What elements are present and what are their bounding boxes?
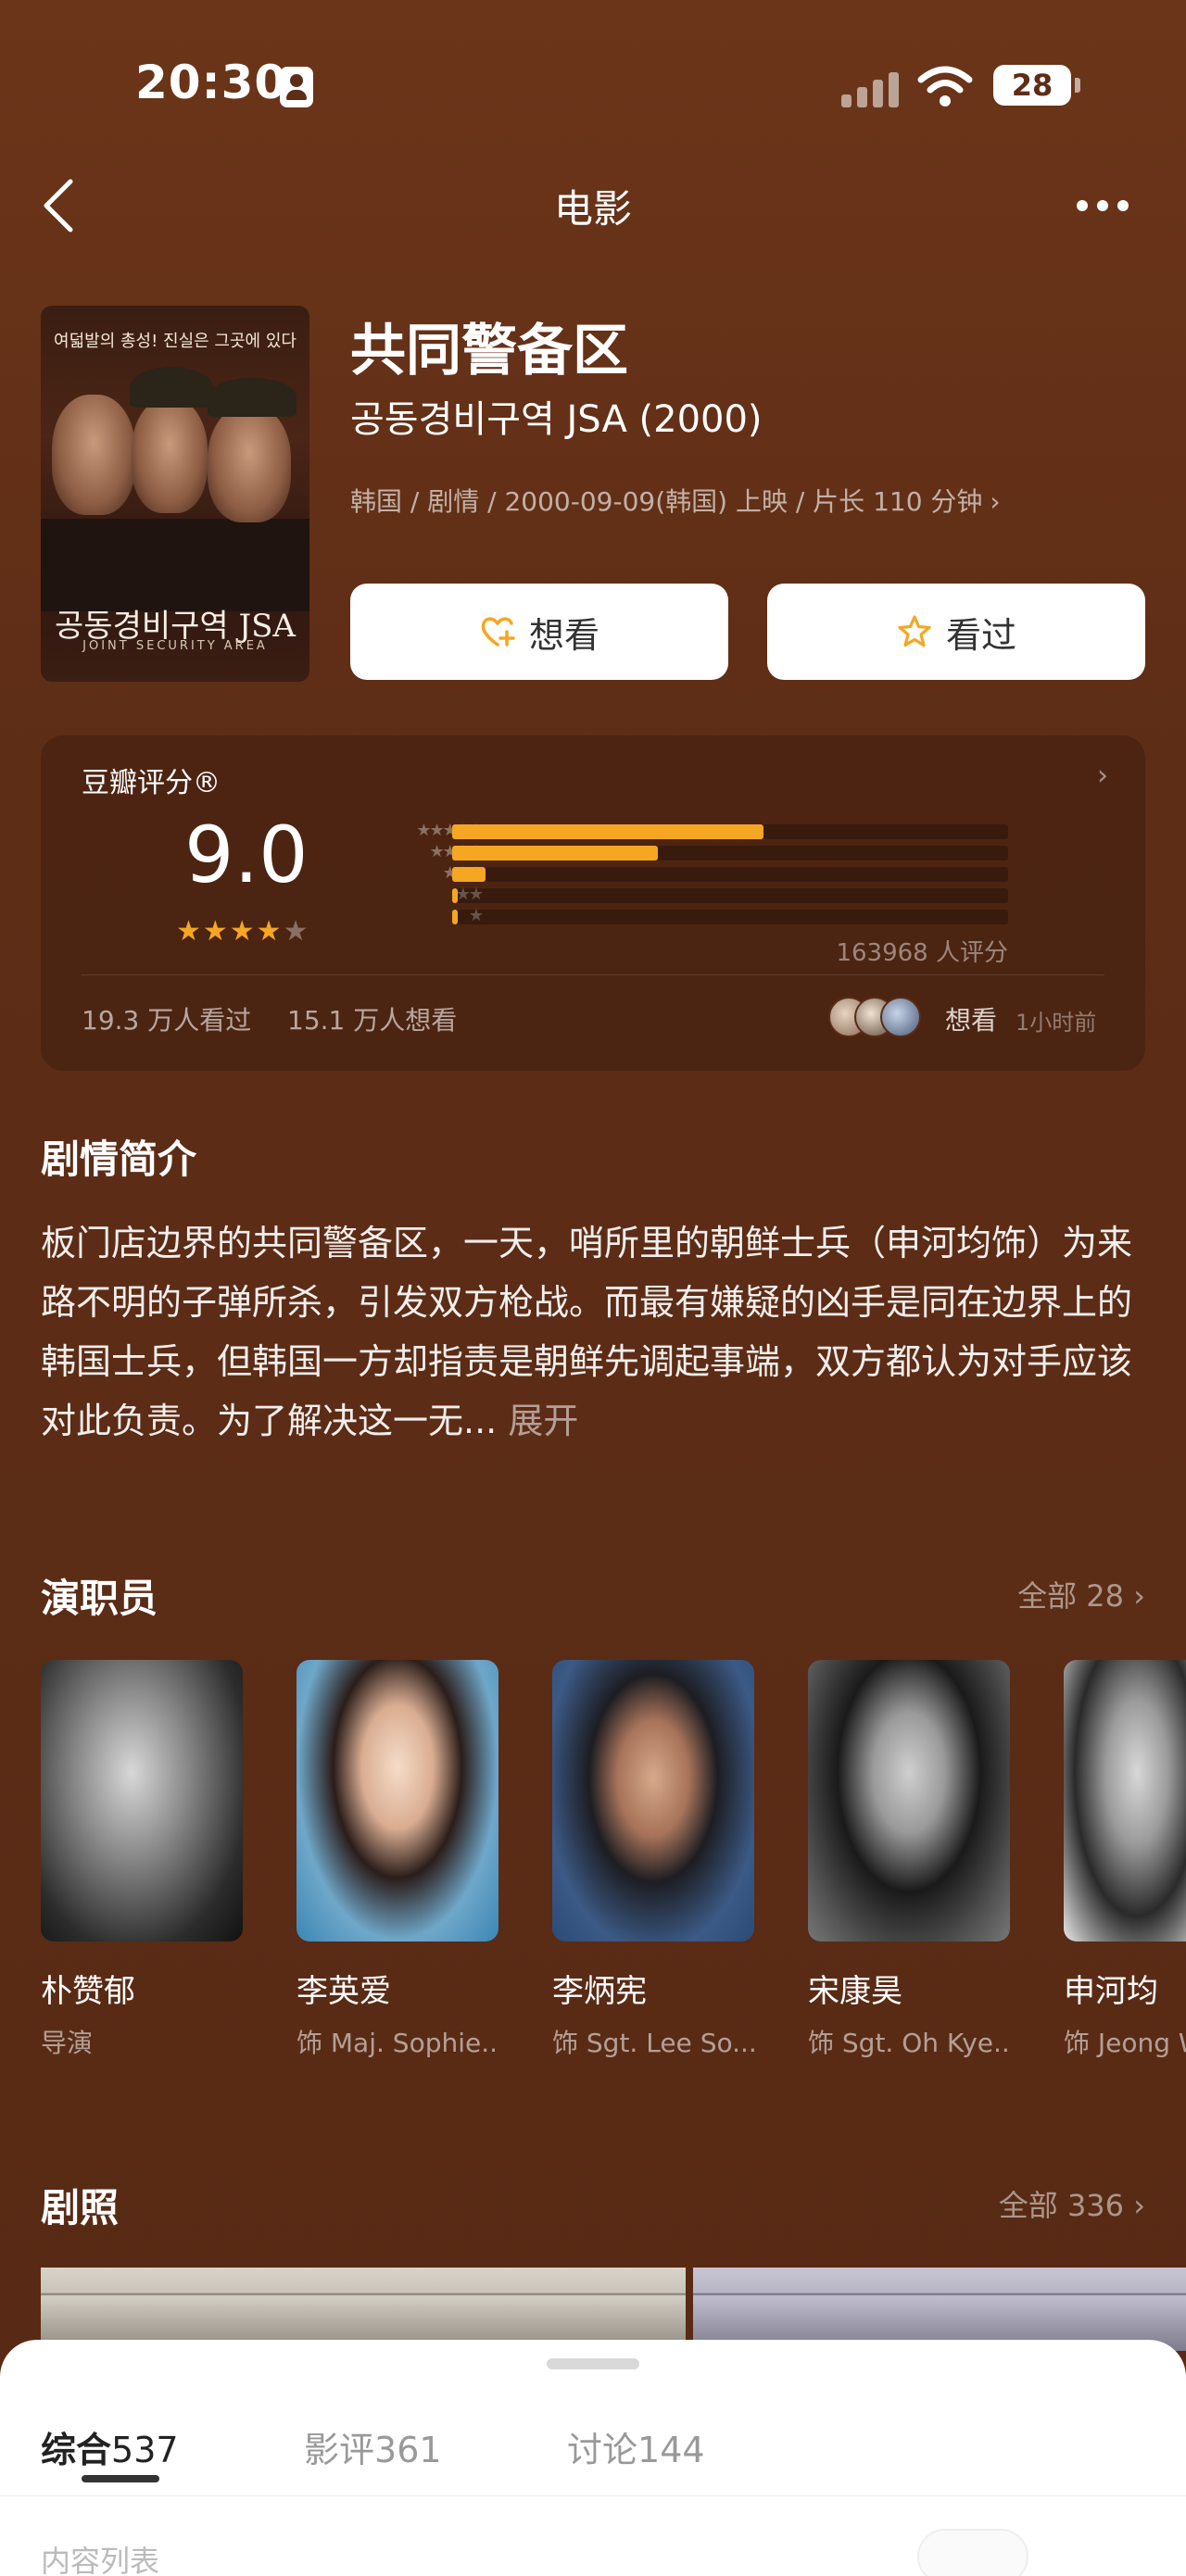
cast-photo <box>296 1660 498 1941</box>
seen-count[interactable]: 19.3 万人看过 <box>82 1000 251 1037</box>
bottom-sheet[interactable]: 综合537 影评361 讨论144 内容列表 <box>0 2340 1186 2576</box>
rating-count: 163968 人评分 <box>836 939 1008 967</box>
cast-role: 饰 Maj. Sophie... <box>296 2028 498 2058</box>
watched-button[interactable]: 看过 <box>767 584 1145 680</box>
synopsis-title: 剧情简介 <box>41 1137 197 1182</box>
back-arrow-icon[interactable] <box>37 176 83 235</box>
tab-reviews[interactable]: 影评361 <box>304 2421 442 2472</box>
star-outline-icon <box>898 615 931 647</box>
stills-more-label: 全部 336 <box>998 2188 1125 2223</box>
still-image[interactable] <box>693 2268 1186 2351</box>
rating-stars-full: ★★★★ <box>176 915 284 948</box>
rating-bar-1 <box>452 910 1008 924</box>
rating-stars: ★★★★★ <box>176 915 309 948</box>
cast-more-label: 全部 28 <box>1017 1578 1125 1614</box>
drag-handle[interactable] <box>547 2358 639 2369</box>
stills-title: 剧照 <box>41 2185 120 2230</box>
cast-title: 演职员 <box>41 1576 158 1621</box>
cast-name: 宋康昊 <box>808 1973 902 2010</box>
poster-face-center <box>132 398 208 513</box>
rating-score: 9.0 <box>184 810 309 900</box>
chevron-right-icon: › <box>1097 760 1108 792</box>
status-time: 20:30 <box>135 56 288 109</box>
battery-level: 28 <box>1011 68 1054 103</box>
rating-bar-3 <box>452 867 1008 882</box>
tab-overview-label: 综合 <box>41 2430 112 2470</box>
friend-activity: 想看 <box>945 1005 998 1036</box>
active-tab-indicator <box>82 2475 159 2482</box>
want-count[interactable]: 15.1 万人想看 <box>287 1000 457 1037</box>
stills-more-link[interactable]: 全部 336 › <box>999 2182 1145 2225</box>
cast-name: 李炳宪 <box>552 1973 647 2010</box>
tab-reviews-label: 影评 <box>304 2430 375 2470</box>
want-to-watch-label: 想看 <box>528 614 599 656</box>
signal-icon <box>841 69 901 107</box>
status-bar: 20:30 28 <box>0 0 1186 157</box>
person-icon <box>280 67 313 107</box>
battery-tip <box>1075 78 1080 93</box>
battery-icon: 28 <box>993 65 1071 106</box>
cast-name: 朴赞郁 <box>41 1973 135 2010</box>
rating-bar-2 <box>452 888 1008 903</box>
rating-bar-fill <box>452 867 486 882</box>
tab-discussions-count: 144 <box>637 2430 705 2470</box>
poster-face-right <box>208 406 291 522</box>
rating-bar-5 <box>452 824 1008 839</box>
friend-activity-time: 1小时前 <box>1016 1010 1097 1036</box>
tab-overview-count: 537 <box>111 2430 179 2470</box>
rating-card[interactable]: 豆瓣评分® › 9.0 ★★★★★ ★★★★★ ★★★★ ★★★ ★★ ★ 16… <box>41 735 1145 1071</box>
tab-discussions-label: 讨论 <box>567 2430 638 2470</box>
cast-photo <box>808 1660 1010 1941</box>
watched-label: 看过 <box>945 614 1016 656</box>
poster-figures <box>41 519 309 611</box>
content-list-label: 内容列表 <box>41 2544 160 2576</box>
chevron-right-icon: › <box>990 486 1001 517</box>
movie-title: 共同警备区 <box>350 319 628 383</box>
synopsis-text: 板门店边界的共同警备区，一天，哨所里的朝鲜士兵（申河均饰）为来路不明的子弹所杀，… <box>41 1213 1145 1451</box>
wifi-icon <box>917 66 973 107</box>
cast-photo <box>1064 1660 1186 1941</box>
friend-avatar[interactable] <box>880 997 921 1037</box>
filter-pill[interactable] <box>917 2529 1028 2576</box>
rating-star-half: ★ <box>283 915 310 948</box>
still-image[interactable] <box>41 2268 686 2351</box>
want-to-watch-button[interactable]: 想看 <box>350 584 728 680</box>
stills-strip[interactable] <box>41 2268 1186 2351</box>
poster-subtitle: JOINT SECURITY AREA <box>82 639 268 653</box>
tab-discussions[interactable]: 讨论144 <box>567 2421 705 2472</box>
rating-bar-fill <box>452 888 458 903</box>
tab-reviews-count: 361 <box>374 2430 442 2470</box>
rating-bar-fill <box>452 910 458 924</box>
cast-name: 申河均 <box>1064 1973 1158 2010</box>
cast-photo <box>41 1660 243 1941</box>
movie-poster[interactable]: 여덟발의 총성! 진실은 그곳에 있다 공동경비구역 JSA JOINT SEC… <box>41 306 309 682</box>
cast-role: 导演 <box>41 2028 94 2058</box>
movie-meta[interactable]: 韩国 / 剧情 / 2000-09-09(韩国) 上映 / 片长 110 分钟 › <box>350 482 1001 519</box>
cast-name: 李英爱 <box>296 1973 391 2010</box>
movie-meta-text: 韩国 / 剧情 / 2000-09-09(韩国) 上映 / 片长 110 分钟 <box>350 486 983 517</box>
poster-cap-right <box>208 378 296 417</box>
rating-brand: 豆瓣评分® <box>82 767 221 799</box>
cast-role: 饰 Jeong W <box>1064 2028 1186 2058</box>
cast-photo <box>552 1660 754 1941</box>
heart-plus-icon <box>481 617 515 647</box>
synopsis-body: 板门店边界的共同警备区，一天，哨所里的朝鲜士兵（申河均饰）为来路不明的子弹所杀，… <box>41 1223 1133 1441</box>
poster-tagline: 여덟발의 총성! 진실은 그곳에 있다 <box>54 332 296 351</box>
rating-bar-fill <box>452 824 763 839</box>
rating-bar-4 <box>452 846 1008 861</box>
cast-role: 饰 Sgt. Oh Kye... <box>808 2028 1010 2058</box>
expand-link[interactable]: 展开 <box>508 1401 578 1441</box>
rating-bar-fill <box>452 846 658 861</box>
cast-role: 饰 Sgt. Lee So... <box>552 2028 754 2058</box>
rating-divider <box>82 974 1104 975</box>
movie-original-title: 공동경비구역 JSA (2000) <box>350 398 763 441</box>
more-options-icon[interactable] <box>1066 185 1140 226</box>
sheet-divider <box>0 2495 1186 2496</box>
tab-overview[interactable]: 综合537 <box>41 2421 179 2472</box>
poster-face-left <box>52 395 135 515</box>
poster-cap-center <box>130 367 213 408</box>
cast-more-link[interactable]: 全部 28 › <box>1017 1573 1145 1615</box>
